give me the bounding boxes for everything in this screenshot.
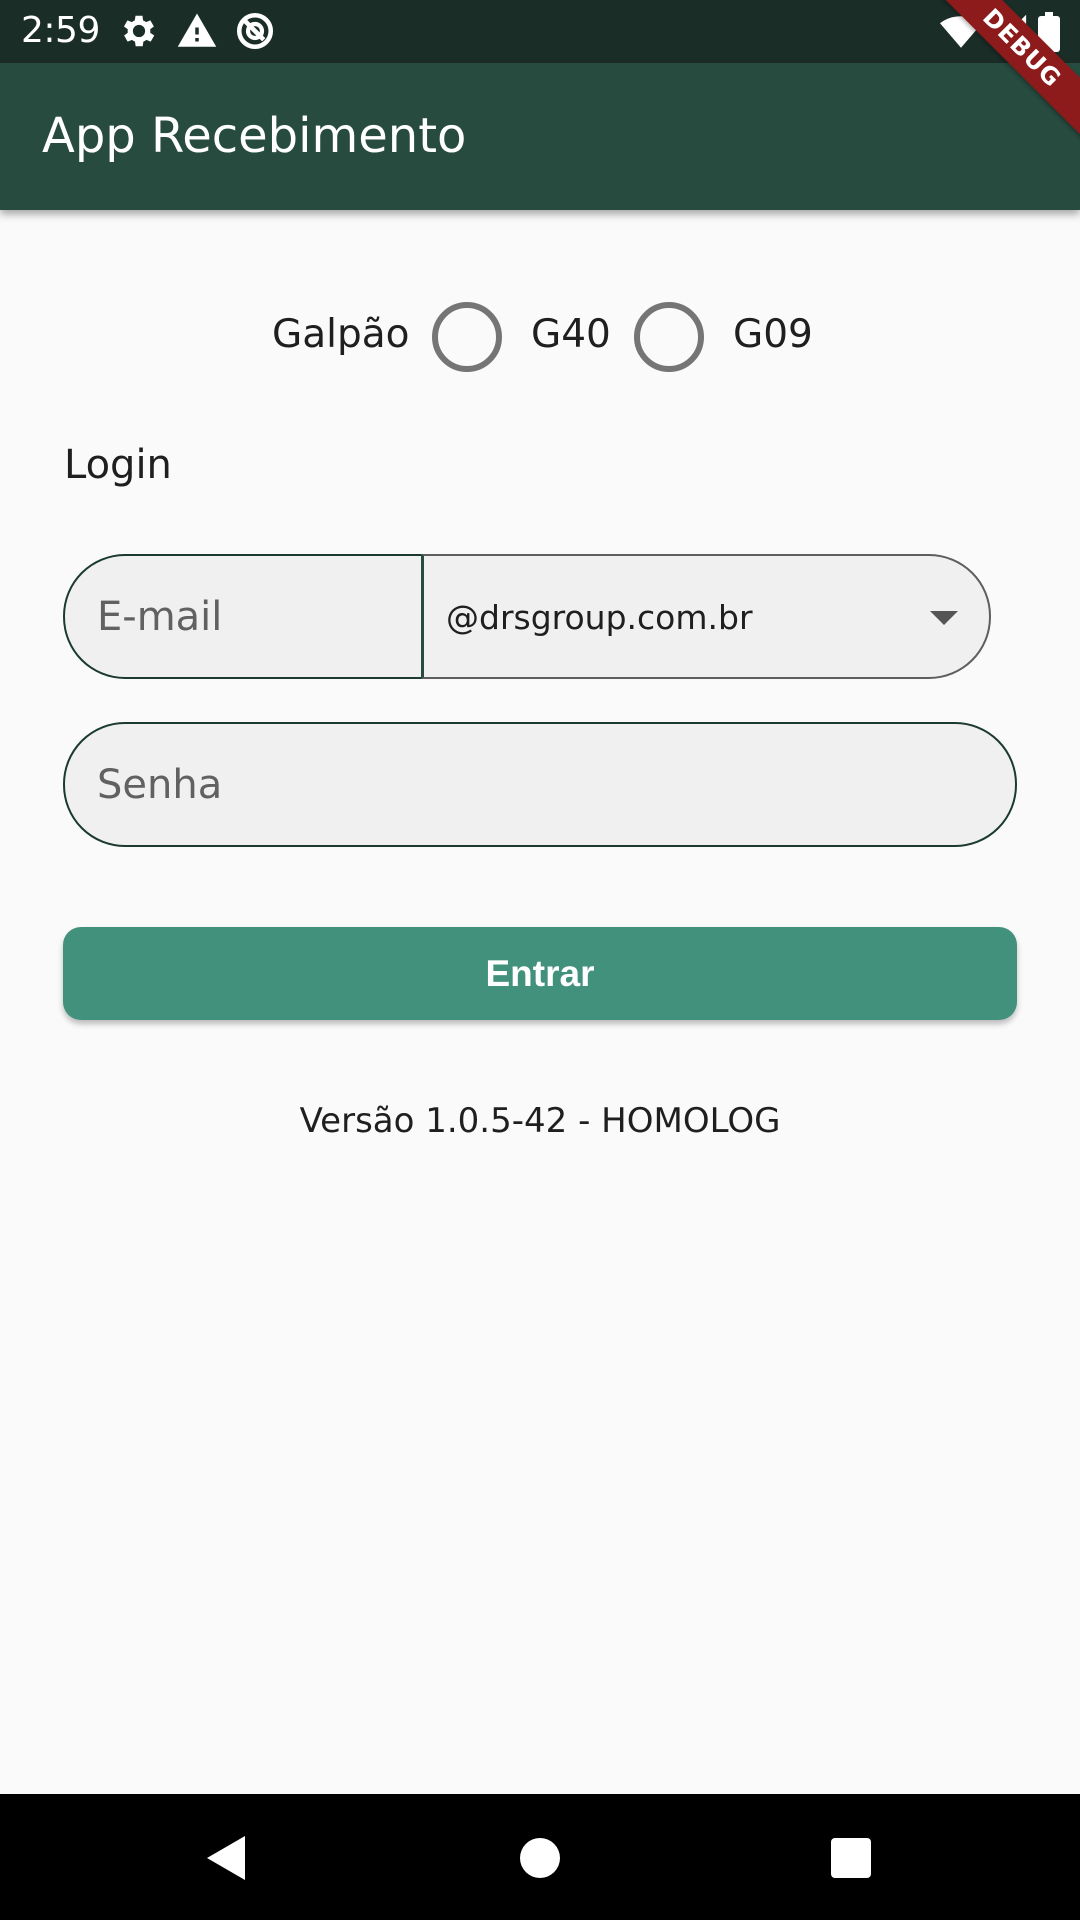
- email-placeholder: E-mail: [97, 594, 223, 640]
- radio-g40-label[interactable]: G40: [531, 312, 611, 358]
- radio-g40[interactable]: [432, 302, 502, 372]
- navigation-bar: [0, 1794, 1080, 1920]
- radio-g09[interactable]: [634, 302, 704, 372]
- radio-g09-label[interactable]: G09: [733, 312, 813, 358]
- galpao-selector: Galpão G40 G09: [0, 300, 1080, 372]
- recents-icon[interactable]: [831, 1838, 871, 1878]
- domain-value: @drsgroup.com.br: [446, 598, 753, 637]
- back-icon[interactable]: [203, 1834, 249, 1882]
- enter-button[interactable]: Entrar: [63, 927, 1017, 1020]
- login-title: Login: [64, 442, 172, 488]
- status-time: 2:59: [21, 10, 100, 51]
- home-icon[interactable]: [520, 1838, 560, 1878]
- app-bar: App Recebimento: [0, 63, 1080, 210]
- galpao-label: Galpão: [272, 312, 410, 357]
- sync-icon: [236, 12, 274, 50]
- password-field[interactable]: Senha: [63, 722, 1017, 847]
- email-row: E-mail @drsgroup.com.br: [63, 554, 991, 679]
- app-title: App Recebimento: [42, 108, 467, 164]
- enter-button-label: Entrar: [485, 953, 595, 994]
- warning-icon: [177, 13, 217, 47]
- status-bar: 2:59: [0, 0, 1080, 63]
- dropdown-arrow-icon: [930, 611, 958, 625]
- domain-dropdown[interactable]: @drsgroup.com.br: [421, 554, 991, 679]
- password-placeholder: Senha: [97, 762, 223, 808]
- email-field[interactable]: E-mail: [63, 554, 425, 679]
- gear-icon: [123, 15, 155, 47]
- version-text: Versão 1.0.5-42 - HOMOLOG: [299, 1101, 781, 1141]
- login-screen: 2:59 App Recebimento DEBUG Galpão G40 G0…: [0, 0, 1080, 1920]
